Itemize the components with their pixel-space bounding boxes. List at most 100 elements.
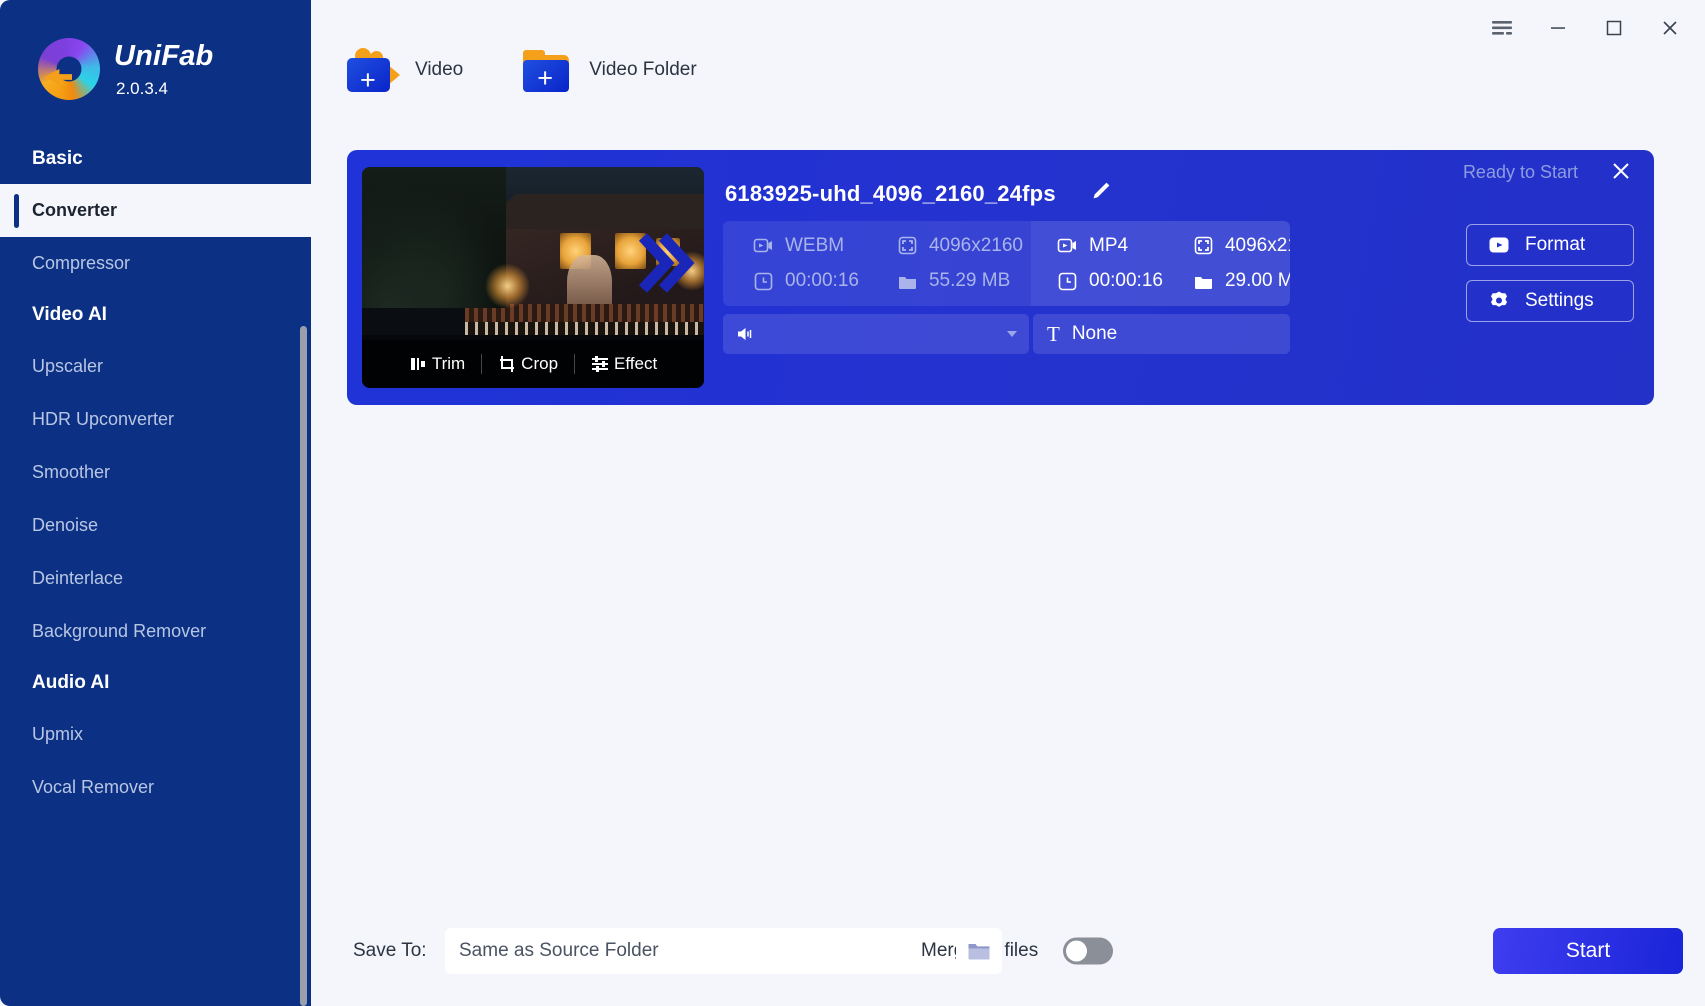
target-format-value: MP4 bbox=[1089, 234, 1129, 256]
save-to-input[interactable]: Same as Source Folder bbox=[445, 928, 993, 974]
sidebar-item-label: Background Remover bbox=[32, 621, 207, 641]
thumbnail-tools: Trim Crop Effect bbox=[362, 340, 704, 388]
toggle-knob bbox=[1066, 940, 1087, 962]
sidebar-item-label: Smoother bbox=[32, 462, 111, 482]
settings-label: Settings bbox=[1525, 290, 1594, 311]
duration-clock-icon bbox=[754, 272, 773, 291]
sidebar-item-smoother[interactable]: Smoother bbox=[0, 446, 311, 499]
trim-label: Trim bbox=[431, 354, 466, 373]
source-duration: 00:00:16 bbox=[753, 267, 867, 297]
sidebar-item-label: HDR Upconverter bbox=[32, 409, 175, 429]
target-size-value: 29.00 MB bbox=[1224, 270, 1290, 292]
nav-group-video-ai-title: Video AI bbox=[32, 304, 107, 325]
sidebar-item-deinterlace[interactable]: Deinterlace bbox=[0, 552, 311, 605]
subtitle-track-value: None bbox=[1071, 323, 1118, 344]
hamburger-menu-icon[interactable] bbox=[1489, 15, 1515, 41]
sidebar-item-vocal-remover[interactable]: Vocal Remover bbox=[0, 761, 311, 814]
sidebar-item-label: Denoise bbox=[32, 515, 99, 535]
start-label: Start bbox=[1565, 939, 1611, 962]
minimize-icon[interactable] bbox=[1545, 15, 1571, 41]
target-size: 29.00 MB bbox=[1193, 267, 1290, 297]
format-button[interactable]: Format bbox=[1466, 224, 1634, 266]
add-video-folder-button[interactable]: + Video Folder bbox=[521, 48, 697, 92]
video-format-icon bbox=[753, 238, 772, 253]
audio-track-select[interactable] bbox=[723, 314, 1029, 354]
brand: UniFab 2.0.3.4 bbox=[0, 0, 311, 100]
video-format-icon bbox=[1057, 238, 1076, 253]
sidebar-item-hdr-upconverter[interactable]: HDR Upconverter bbox=[0, 393, 311, 446]
crop-label: Crop bbox=[521, 354, 559, 373]
sidebar-item-converter[interactable]: Converter bbox=[0, 184, 311, 237]
sidebar-nav: Basic Converter Compressor Video AI Upsc… bbox=[0, 134, 311, 814]
sidebar-item-label: Upscaler bbox=[32, 356, 104, 376]
target-duration-value: 00:00:16 bbox=[1089, 270, 1163, 292]
start-button[interactable]: Start bbox=[1493, 928, 1683, 974]
brand-name: UniFab bbox=[114, 39, 214, 72]
chevron-down-icon bbox=[1007, 331, 1017, 337]
job-actions: Format Settings bbox=[1466, 224, 1634, 322]
effect-label: Effect bbox=[614, 354, 658, 373]
trim-icon bbox=[410, 358, 425, 370]
sidebar: UniFab 2.0.3.4 Basic Converter Compresso… bbox=[0, 0, 311, 1006]
sidebar-item-upscaler[interactable]: Upscaler bbox=[0, 340, 311, 393]
window-titlebar bbox=[1489, 0, 1705, 56]
format-label: Format bbox=[1525, 234, 1586, 255]
target-metadata: MP4 4096x216 00:00:1 bbox=[1031, 221, 1290, 306]
settings-button[interactable]: Settings bbox=[1466, 280, 1634, 322]
unifab-window: UniFab 2.0.3.4 Basic Converter Compresso… bbox=[0, 0, 1705, 1006]
resolution-icon bbox=[898, 236, 917, 255]
sidebar-item-label: Compressor bbox=[32, 253, 131, 273]
file-size-icon bbox=[1194, 276, 1212, 289]
add-video-label: Video bbox=[415, 59, 464, 80]
add-video-icon: + bbox=[347, 48, 400, 94]
source-resolution-value: 4096x2160 bbox=[928, 234, 1023, 256]
file-name: 6183925-uhd_4096_2160_24fps bbox=[725, 180, 1056, 206]
sidebar-item-label: Upmix bbox=[32, 724, 84, 744]
add-video-folder-icon: + bbox=[521, 48, 573, 92]
status-badge: Ready to Start bbox=[1462, 162, 1578, 182]
crop-button[interactable]: Crop bbox=[481, 354, 574, 374]
sidebar-item-upmix[interactable]: Upmix bbox=[0, 708, 311, 761]
file-title-row: 6183925-uhd_4096_2160_24fps bbox=[725, 180, 1112, 207]
resolution-icon bbox=[1194, 236, 1213, 255]
subtitle-track-select[interactable]: T None bbox=[1033, 314, 1290, 354]
merge-all-files-toggle[interactable] bbox=[1063, 937, 1113, 965]
source-resolution: 4096x2160 bbox=[897, 231, 1031, 261]
video-thumbnail[interactable]: Trim Crop Effect bbox=[362, 167, 704, 388]
add-video-button[interactable]: + Video bbox=[347, 48, 464, 94]
remove-job-icon[interactable] bbox=[1610, 160, 1632, 187]
subtitle-text-icon: T bbox=[1047, 321, 1060, 346]
format-icon bbox=[1489, 237, 1509, 253]
track-selectors: T None bbox=[723, 314, 1290, 354]
sidebar-scrollbar-thumb[interactable] bbox=[300, 326, 307, 1006]
source-format: WEBM bbox=[753, 231, 867, 261]
source-duration-value: 00:00:16 bbox=[785, 270, 859, 292]
duration-clock-icon bbox=[1058, 272, 1077, 291]
job-card: Ready to Start Trim Crop Effect 6183925-… bbox=[347, 150, 1654, 405]
sidebar-item-label: Vocal Remover bbox=[32, 777, 155, 797]
sidebar-item-compressor[interactable]: Compressor bbox=[0, 237, 311, 290]
save-to-value: Same as Source Folder bbox=[459, 940, 659, 961]
crop-icon bbox=[500, 356, 515, 372]
close-icon[interactable] bbox=[1657, 15, 1683, 41]
rename-pencil-icon[interactable] bbox=[1090, 180, 1112, 207]
target-format: MP4 bbox=[1057, 231, 1163, 261]
save-to-label: Save To: bbox=[353, 940, 427, 961]
sidebar-scrollbar-track[interactable] bbox=[300, 163, 309, 1006]
sidebar-item-label: Deinterlace bbox=[32, 568, 124, 588]
sidebar-item-background-remover[interactable]: Background Remover bbox=[0, 605, 311, 658]
main-content: + Video + Video Folder Ready to Start Tr… bbox=[311, 0, 1705, 1006]
effect-button[interactable]: Effect bbox=[574, 354, 673, 374]
browse-folder-button[interactable] bbox=[956, 928, 1002, 974]
sidebar-item-denoise[interactable]: Denoise bbox=[0, 499, 311, 552]
maximize-icon[interactable] bbox=[1601, 15, 1627, 41]
add-video-folder-label: Video Folder bbox=[589, 59, 697, 80]
effect-icon bbox=[592, 356, 609, 372]
target-duration: 00:00:16 bbox=[1057, 267, 1163, 297]
speaker-icon bbox=[738, 328, 752, 340]
source-size: 55.29 MB bbox=[897, 267, 1031, 297]
trim-button[interactable]: Trim bbox=[393, 354, 481, 374]
nav-group-audio-ai-title: Audio AI bbox=[32, 672, 110, 693]
source-size-value: 55.29 MB bbox=[928, 270, 1011, 292]
sidebar-item-label: Converter bbox=[32, 200, 118, 220]
